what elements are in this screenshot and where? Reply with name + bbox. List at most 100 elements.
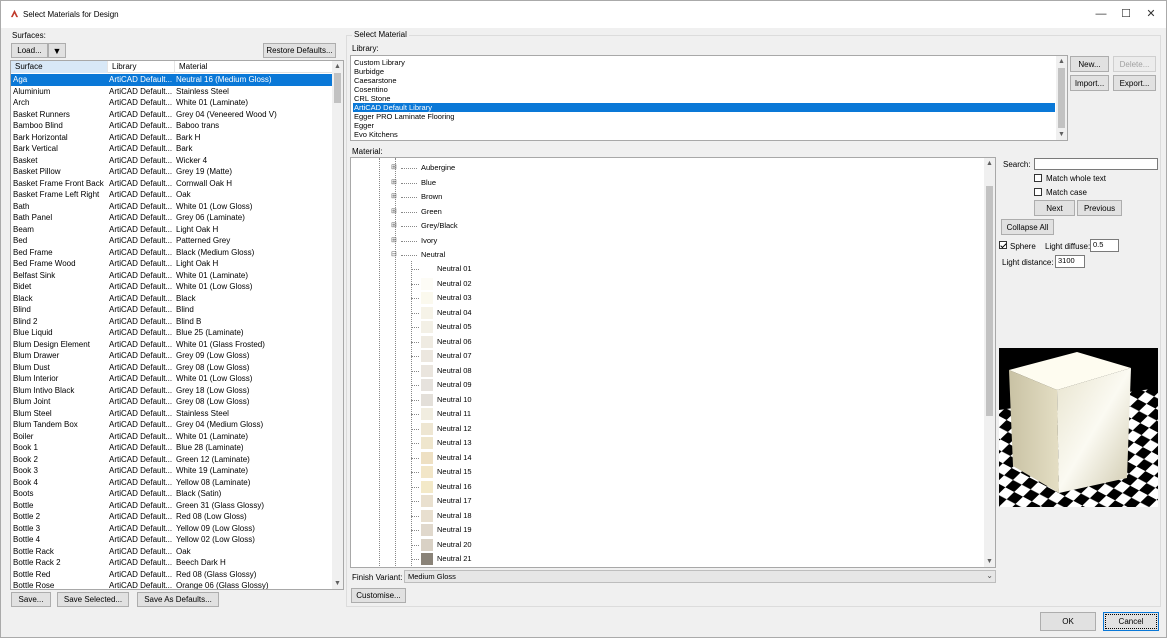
table-row[interactable]: Bamboo Blind ArtiCAD Default... Baboo tran… — [11, 120, 333, 132]
expand-icon[interactable]: ⊞ — [391, 176, 397, 190]
tree-material-item[interactable]: Neutral 01 — [437, 262, 472, 276]
table-row[interactable]: Boiler ArtiCAD Default... White 01 (Lamina… — [11, 431, 333, 443]
table-row[interactable]: Bottle Rose ArtiCAD Default... Orange 06 (… — [11, 580, 333, 589]
light-distance-input[interactable]: 3100 — [1055, 255, 1085, 268]
tree-category[interactable]: Brown — [421, 190, 442, 204]
table-row[interactable]: Blum Dust ArtiCAD Default... Grey 08 (Low … — [11, 362, 333, 374]
expand-icon[interactable]: ⊞ — [391, 219, 397, 233]
color-swatch[interactable] — [421, 524, 433, 536]
scroll-up-icon[interactable]: ▲ — [1056, 56, 1067, 67]
tree-material-item[interactable]: Neutral 21 — [437, 552, 472, 566]
scroll-thumb[interactable] — [1058, 68, 1065, 128]
table-row[interactable]: Bark Vertical ArtiCAD Default... Bark — [11, 143, 333, 155]
table-row[interactable]: Bottle 2 ArtiCAD Default... Red 08 (Low Gl… — [11, 511, 333, 523]
tree-material-item[interactable]: Neutral 08 — [437, 364, 472, 378]
table-row[interactable]: Aga ArtiCAD Default... Neutral 16 (Medium … — [11, 74, 333, 86]
library-item[interactable]: Burbidge — [353, 67, 1055, 76]
color-swatch[interactable] — [421, 335, 433, 348]
color-swatch[interactable] — [421, 321, 433, 333]
save-button[interactable]: Save... — [11, 592, 51, 607]
scroll-down-icon[interactable]: ▼ — [332, 578, 343, 589]
color-swatch[interactable] — [421, 306, 433, 319]
color-swatch[interactable] — [421, 538, 433, 551]
tree-material-item[interactable]: Neutral 14 — [437, 451, 472, 465]
table-row[interactable]: Blum Design Element ArtiCAD Default... Whi… — [11, 339, 333, 351]
match-case-checkbox[interactable] — [1034, 188, 1042, 196]
library-item[interactable]: Egger — [353, 121, 1055, 130]
table-row[interactable]: Blum Joint ArtiCAD Default... Grey 08 (Low… — [11, 396, 333, 408]
table-row[interactable]: Beam ArtiCAD Default... Light Oak H — [11, 224, 333, 236]
customise-button[interactable]: Customise... — [351, 588, 406, 603]
color-swatch[interactable] — [421, 408, 433, 420]
table-row[interactable]: Basket Pillow ArtiCAD Default... Grey 19 (… — [11, 166, 333, 178]
color-swatch[interactable] — [421, 350, 433, 362]
export-button[interactable]: Export... — [1113, 75, 1156, 91]
table-row[interactable]: Basket Frame Front Back ArtiCAD Default..… — [11, 178, 333, 190]
material-tree[interactable]: ⊞ Aubergine ⊞ Blue ⊞ Brown ⊞ Green ⊞ Grey/Black ⊞ I… — [350, 157, 996, 568]
library-item[interactable]: Custom Library — [353, 58, 1055, 67]
color-swatch[interactable] — [421, 393, 433, 406]
tree-material-item[interactable]: Neutral 15 — [437, 465, 472, 479]
table-row[interactable]: Bidet ArtiCAD Default... White 01 (Low Glo… — [11, 281, 333, 293]
color-swatch[interactable] — [421, 263, 433, 275]
table-row[interactable]: Blum Steel ArtiCAD Default... Stainless St… — [11, 408, 333, 420]
scroll-thumb[interactable] — [986, 186, 993, 416]
table-row[interactable]: Bath ArtiCAD Default... White 01 (Low Glos… — [11, 201, 333, 213]
tree-material-item[interactable]: Neutral 02 — [437, 277, 472, 291]
table-row[interactable]: Bottle Rack 2 ArtiCAD Default... Beech Dar… — [11, 557, 333, 569]
table-row[interactable]: Blind ArtiCAD Default... Blind — [11, 304, 333, 316]
tree-material-item[interactable]: Neutral 10 — [437, 393, 472, 407]
next-button[interactable]: Next — [1034, 200, 1075, 216]
color-swatch[interactable] — [421, 292, 433, 304]
tree-material-item[interactable]: Neutral 18 — [437, 509, 472, 523]
scroll-thumb[interactable] — [334, 73, 341, 103]
new-library-button[interactable]: New... — [1070, 56, 1109, 72]
table-row[interactable]: Bed Frame ArtiCAD Default... Black (Medium… — [11, 247, 333, 259]
table-row[interactable]: Belfast Sink ArtiCAD Default... White 01 (… — [11, 270, 333, 282]
table-row[interactable]: Book 2 ArtiCAD Default... Green 12 (Lamina… — [11, 454, 333, 466]
library-item[interactable]: Caesarstone — [353, 76, 1055, 85]
scroll-up-icon[interactable]: ▲ — [332, 61, 343, 72]
column-material[interactable]: Material — [175, 61, 333, 73]
tree-category[interactable]: Blue — [421, 176, 436, 190]
scroll-up-icon[interactable]: ▲ — [984, 158, 995, 169]
tree-category[interactable]: Ivory — [421, 234, 437, 248]
expand-icon[interactable]: ⊞ — [391, 161, 397, 175]
restore-defaults-button[interactable]: Restore Defaults... — [263, 43, 336, 58]
match-whole-text-checkbox[interactable] — [1034, 174, 1042, 182]
library-list[interactable]: Custom Library Burbidge Caesarstone Cosenti… — [350, 55, 1068, 141]
sphere-checkbox[interactable] — [999, 241, 1007, 249]
import-button[interactable]: Import... — [1070, 75, 1109, 91]
table-row[interactable]: Bed ArtiCAD Default... Patterned Grey — [11, 235, 333, 247]
table-row[interactable]: Blind 2 ArtiCAD Default... Blind B — [11, 316, 333, 328]
tree-material-item[interactable]: Neutral 12 — [437, 422, 472, 436]
library-item[interactable]: Egger PRO Laminate Flooring — [353, 112, 1055, 121]
light-diffuse-input[interactable]: 0.5 — [1090, 239, 1119, 252]
color-swatch[interactable] — [421, 379, 433, 391]
expand-icon[interactable]: ⊞ — [391, 190, 397, 204]
load-button[interactable]: Load... — [11, 43, 48, 58]
save-selected-button[interactable]: Save Selected... — [57, 592, 129, 607]
scroll-down-icon[interactable]: ▼ — [1056, 129, 1067, 140]
library-item[interactable]: Cosentino — [353, 85, 1055, 94]
table-row[interactable]: Bark Horizontal ArtiCAD Default... Bark H — [11, 132, 333, 144]
table-row[interactable]: Bed Frame Wood ArtiCAD Default... Light Oa… — [11, 258, 333, 270]
table-row[interactable]: Blum Tandem Box ArtiCAD Default... Grey 04… — [11, 419, 333, 431]
tree-material-item[interactable]: Neutral 13 — [437, 436, 472, 450]
library-item[interactable]: CRL Stone — [353, 94, 1055, 103]
table-row[interactable]: Book 4 ArtiCAD Default... Yellow 08 (Lamin… — [11, 477, 333, 489]
collapse-icon[interactable]: ⊟ — [391, 248, 397, 262]
color-swatch[interactable] — [421, 495, 433, 507]
tree-material-item[interactable]: Neutral 19 — [437, 523, 472, 537]
color-swatch[interactable] — [421, 509, 433, 522]
table-row[interactable]: Aluminium ArtiCAD Default... Stainless Ste… — [11, 86, 333, 98]
ok-button[interactable]: OK — [1040, 612, 1096, 631]
expand-icon[interactable]: ⊞ — [391, 205, 397, 219]
tree-material-item[interactable]: Neutral 05 — [437, 320, 472, 334]
tree-category[interactable]: Green — [421, 205, 442, 219]
tree-category[interactable]: Grey/Black — [421, 219, 458, 233]
column-surface[interactable]: Surface — [11, 61, 108, 73]
color-swatch[interactable] — [421, 480, 433, 493]
color-swatch[interactable] — [421, 437, 433, 449]
tree-category[interactable]: Aubergine — [421, 161, 455, 175]
